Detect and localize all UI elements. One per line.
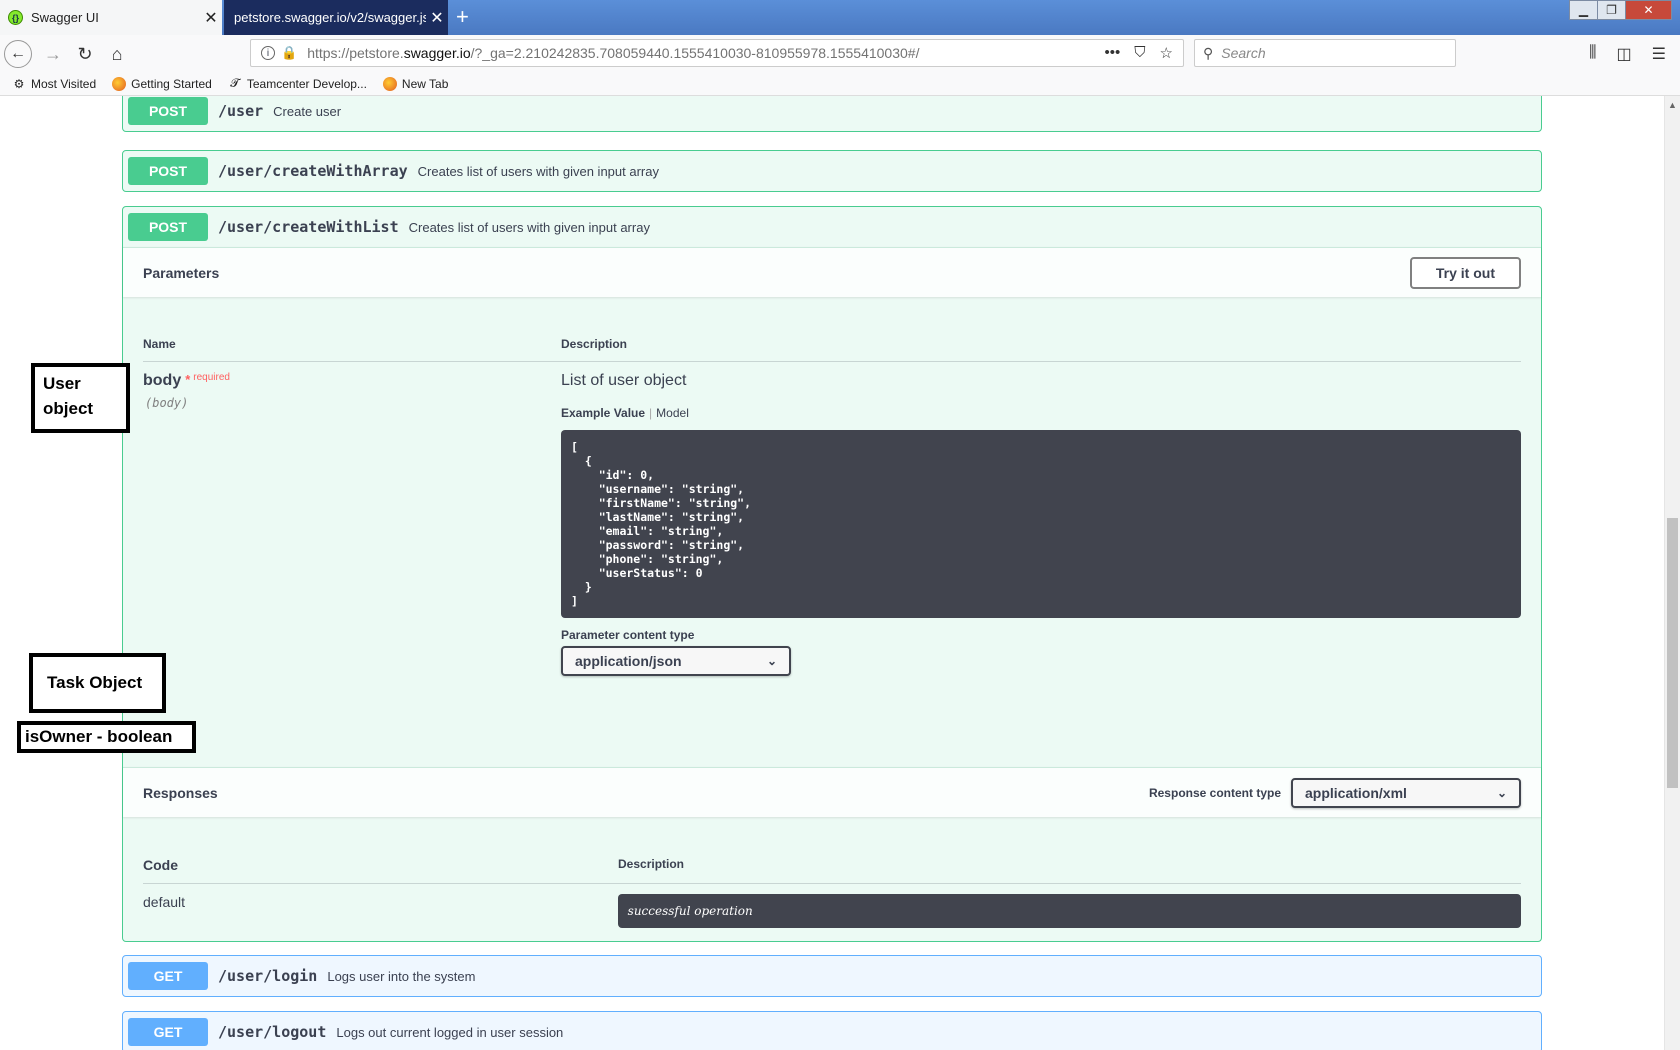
parameters-header: Parameters Try it out <box>123 247 1541 297</box>
response-code: default <box>143 894 186 910</box>
parameters-title: Parameters <box>143 264 220 281</box>
method-badge: POST <box>128 97 208 125</box>
restore-icon[interactable]: ❐ <box>1597 0 1626 20</box>
scrollbar-thumb[interactable] <box>1667 518 1678 788</box>
window-controls: ▁ ❐ ✕ <box>1569 0 1672 20</box>
parameter-description: List of user object <box>561 372 687 389</box>
response-content-type-label: Response content type <box>1148 785 1281 800</box>
chevron-down-icon: ⌄ <box>1496 785 1507 800</box>
method-badge: GET <box>128 1018 208 1046</box>
bookmark-teamcenter[interactable]: 𝓣 Teamcenter Develop... <box>228 76 367 91</box>
operation-path: /user/logout <box>218 1023 327 1041</box>
tab-swagger-ui[interactable]: {} Swagger UI ✕ <box>0 0 222 35</box>
operation-post-create-with-array[interactable]: POST /user/createWithArray Creates list … <box>122 150 1542 192</box>
close-icon[interactable]: ✕ <box>200 8 222 28</box>
swagger-favicon-icon: {} <box>8 10 23 25</box>
responses-header: Responses Response content type applicat… <box>123 767 1541 817</box>
operation-summary: Create user <box>273 103 342 119</box>
operation-post-create-with-list: POST /user/createWithList Creates list o… <box>122 206 1542 942</box>
pocket-icon[interactable]: ⛉ <box>1134 44 1145 62</box>
page-actions-ellipsis-icon[interactable]: ••• <box>1105 44 1121 62</box>
swagger-page: POST /user Create user POST /user/create… <box>0 96 1664 1050</box>
example-value-code[interactable]: [ { "id": 0, "username": "string", "firs… <box>561 430 1521 618</box>
tab-label: petstore.swagger.io/v2/swagger.json <box>234 10 426 25</box>
tab-swagger-json[interactable]: petstore.swagger.io/v2/swagger.json ✕ <box>224 0 448 35</box>
required-star: * <box>185 372 191 387</box>
tab-bar: {} Swagger UI ✕ petstore.swagger.io/v2/s… <box>0 0 1680 35</box>
parameter-content-type-select[interactable]: application/json ⌄ <box>561 646 791 676</box>
chevron-down-icon: ⌄ <box>766 654 777 668</box>
parameters-table: Name Description body * required (body) Li… <box>123 297 1541 767</box>
window-close-icon[interactable]: ✕ <box>1625 0 1672 20</box>
parameter-name: body * required <box>143 372 230 389</box>
responses-table: Code Description default successful oper… <box>123 817 1541 938</box>
search-input[interactable]: ⚲ Search <box>1194 39 1456 67</box>
col-name-header: Name <box>143 337 176 351</box>
sidebar-icon[interactable]: ◫ <box>1617 44 1632 64</box>
operation-get-user-login[interactable]: GET /user/login Logs user into the syste… <box>122 955 1542 997</box>
tab-label: Swagger UI <box>31 10 99 25</box>
operation-post-user[interactable]: POST /user Create user <box>122 96 1542 132</box>
parameter-content-type-label: Parameter content type <box>561 628 695 642</box>
url-bar[interactable]: i 🔒 https://petstore.swagger.io/?_ga=2.2… <box>250 39 1184 67</box>
tab-example-value[interactable]: Example Value <box>561 406 645 420</box>
operation-path: /user/createWithList <box>218 218 399 236</box>
reload-icon[interactable]: ↻ <box>72 41 98 67</box>
response-description: successful operation <box>617 894 1521 928</box>
parameter-row-body: body * required (body) List of user object… <box>143 362 1521 676</box>
annotation-task-object: Task Object <box>29 653 166 713</box>
annotation-user-object: User object <box>31 363 130 433</box>
operation-summary: Logs out current logged in user session <box>336 1024 564 1040</box>
method-badge: POST <box>128 157 208 185</box>
bookmark-getting-started[interactable]: Getting Started <box>112 76 212 91</box>
example-model-tabs: Example Value | Model <box>561 406 689 420</box>
method-badge: GET <box>128 962 208 990</box>
minimize-icon[interactable]: ▁ <box>1569 0 1598 20</box>
navigation-toolbar: ← → ↻ ⌂ i 🔒 https://petstore.swagger.io/… <box>0 35 1680 72</box>
tab-model[interactable]: Model <box>656 406 689 420</box>
operation-summary: Creates list of users with given input a… <box>408 219 650 235</box>
annotation-is-owner: isOwner - boolean <box>17 721 196 753</box>
method-badge: POST <box>128 213 208 241</box>
info-icon[interactable]: i <box>261 46 275 60</box>
new-tab-plus-icon[interactable]: + <box>456 4 469 30</box>
search-icon: ⚲ <box>1203 44 1214 61</box>
home-icon[interactable]: ⌂ <box>104 41 130 67</box>
scroll-up-icon[interactable]: ▲ <box>1668 100 1677 110</box>
operation-path: /user/createWithArray <box>218 162 408 180</box>
forward-arrow-icon[interactable]: → <box>40 41 66 67</box>
bookmark-star-icon[interactable]: ☆ <box>1160 44 1173 62</box>
response-row: default successful operation <box>143 884 1521 938</box>
lock-icon: 🔒 <box>281 45 298 60</box>
operation-summary: Logs user into the system <box>327 968 476 984</box>
close-icon[interactable]: ✕ <box>426 8 448 28</box>
bookmark-new-tab[interactable]: New Tab <box>382 76 448 91</box>
resp-col-description-header: Description <box>618 857 685 871</box>
bookmarks-toolbar: ⚙ Most Visited Getting Started 𝓣 Teamcente… <box>0 72 1680 96</box>
responses-title: Responses <box>143 784 218 801</box>
try-it-out-button[interactable]: Try it out <box>1409 256 1521 289</box>
teamcenter-icon: 𝓣 <box>230 76 240 90</box>
response-content-type-select[interactable]: application/xml ⌄ <box>1291 777 1521 808</box>
url-text[interactable]: https://petstore.swagger.io/?_ga=2.21024… <box>307 45 1104 61</box>
firefox-icon <box>382 76 397 91</box>
resp-col-code-header: Code <box>143 857 178 873</box>
operation-get-user-logout[interactable]: GET /user/logout Logs out current logged… <box>122 1011 1542 1050</box>
operation-path: /user/login <box>218 967 318 985</box>
firefox-icon <box>112 76 127 91</box>
back-arrow-icon[interactable]: ← <box>4 40 32 68</box>
parameter-in: (body) <box>145 396 189 410</box>
required-label: required <box>193 372 230 383</box>
bookmark-most-visited[interactable]: ⚙ Most Visited <box>12 76 97 91</box>
hamburger-menu-icon[interactable]: ☰ <box>1652 44 1666 64</box>
operation-summary: Creates list of users with given input a… <box>417 163 659 179</box>
col-description-header: Description <box>561 337 628 351</box>
gear-icon: ⚙ <box>13 76 25 91</box>
library-icon[interactable]: ⫼ <box>1589 44 1596 64</box>
vertical-scrollbar[interactable]: ▲ <box>1664 96 1680 1050</box>
operation-summary-row[interactable]: POST /user/createWithList Creates list o… <box>123 207 1541 247</box>
operation-path: /user <box>218 102 264 120</box>
